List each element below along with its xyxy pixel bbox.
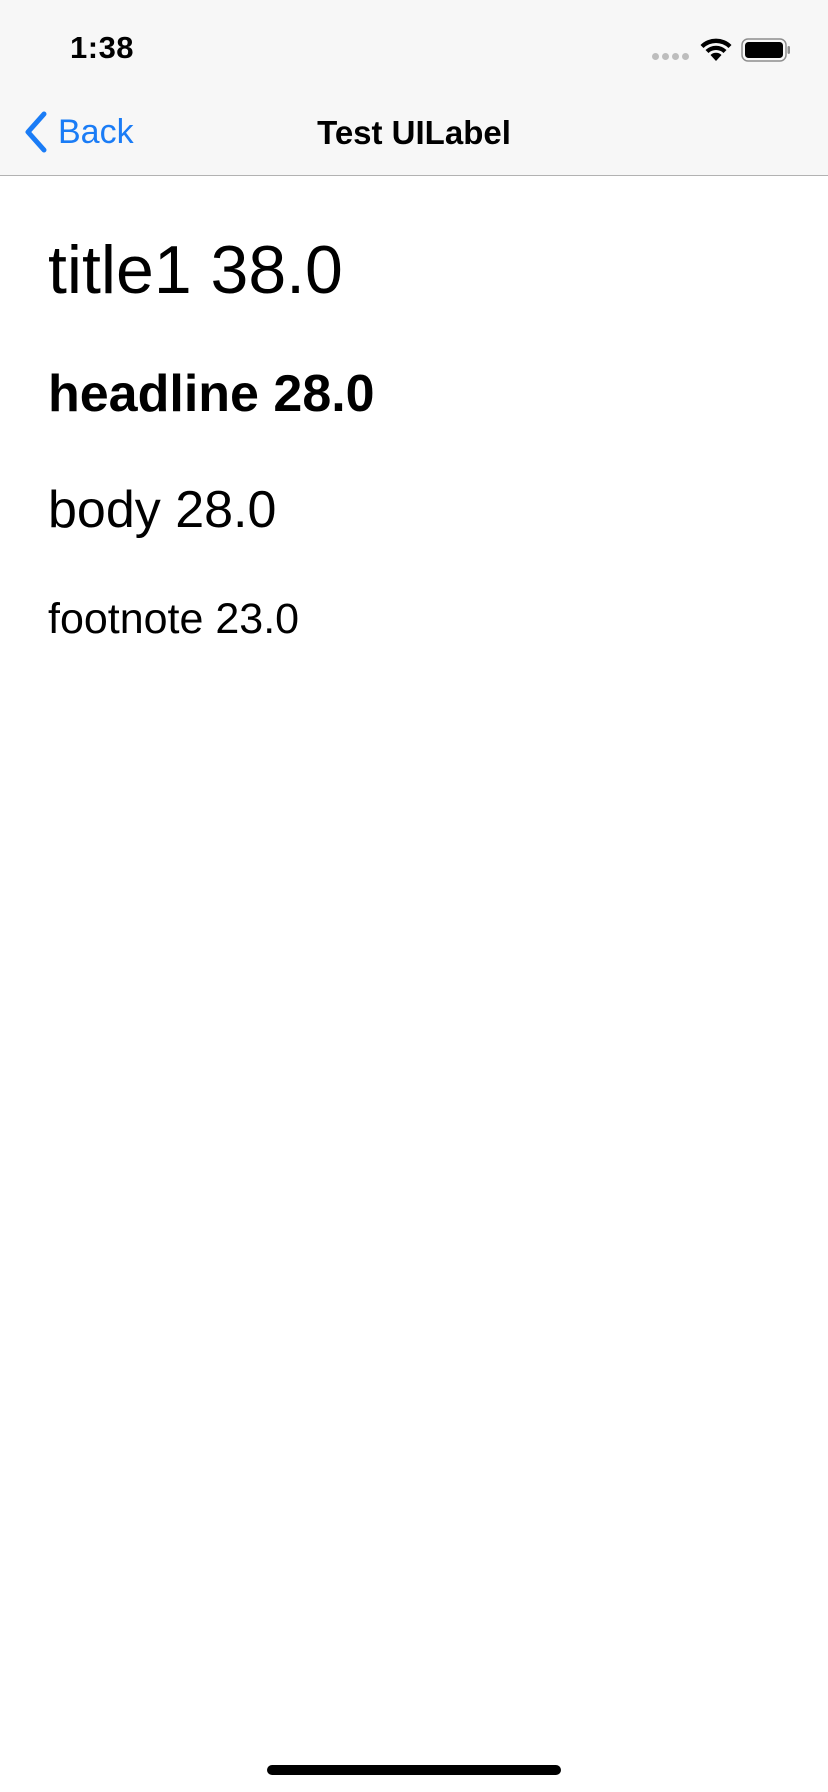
body-label: body 28.0 xyxy=(48,481,277,539)
status-time: 1:38 xyxy=(70,30,135,65)
title1-label: title1 38.0 xyxy=(48,232,343,308)
home-indicator[interactable] xyxy=(267,1765,561,1775)
nav-title: Test UILabel xyxy=(317,114,511,151)
battery-icon xyxy=(741,38,790,62)
headline-label: headline 28.0 xyxy=(48,365,375,423)
status-bar: 1:38 xyxy=(0,0,828,88)
navigation-bar: Back Test UILabel xyxy=(0,88,828,176)
footnote-label: footnote 23.0 xyxy=(48,595,300,643)
signal-dots-icon xyxy=(652,53,689,60)
wifi-icon xyxy=(700,38,732,61)
